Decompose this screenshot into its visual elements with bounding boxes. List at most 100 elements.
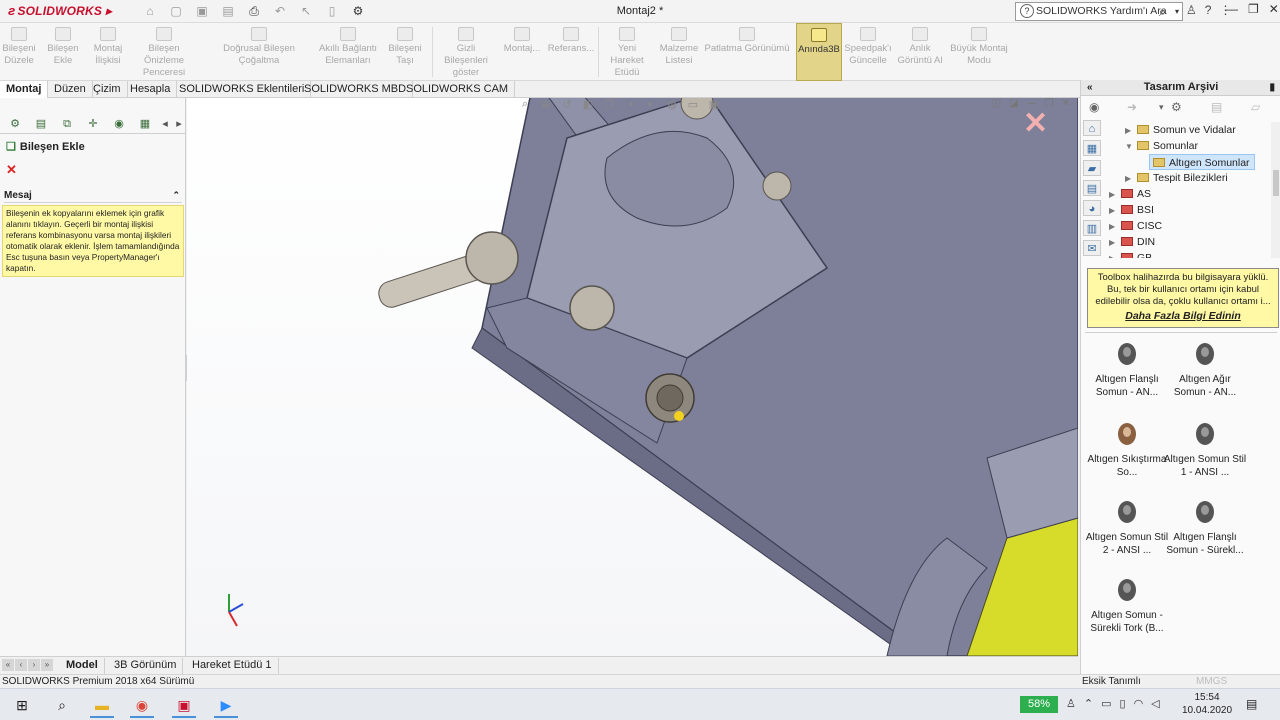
tree-item-as[interactable]: ▶ AS [1109,186,1151,202]
exploded-view-button[interactable]: Patlatma Görünümü [704,23,790,81]
tree-item-din[interactable]: ▶ DIN [1109,234,1155,250]
tab-montaj[interactable]: Montaj [0,81,49,98]
assembly-model[interactable] [187,98,1078,656]
network-icon[interactable]: ▭ [1101,697,1111,710]
part-hex-nut-prevailing-torque[interactable]: Altıgen Somun - Sürekli Tork (B... [1085,578,1169,635]
chevron-right-icon[interactable]: ▶ [1109,187,1121,203]
view-orientation-icon[interactable]: ❒ [601,98,617,112]
cam-icon[interactable]: ▦ [134,116,156,132]
property-manager-icon[interactable]: ▤ [30,116,52,132]
tab-cizim[interactable]: Çizim [87,81,128,98]
show-hidden-button[interactable]: Gizli Bileşenleri göster [434,23,498,81]
insert-component-button[interactable]: Bileşen Ekle [38,23,88,81]
reference-geometry-button[interactable]: Referans... [546,23,596,81]
power-icon[interactable]: ▯ [1120,697,1126,710]
new-motion-study-button[interactable]: Yeni Hareket Etüdü [600,23,654,81]
home-icon[interactable]: ⌂ [1083,120,1101,136]
chevron-down-icon[interactable]: ▾ [1175,3,1179,20]
chevron-down-icon[interactable]: ▾ [1159,102,1164,113]
battery-indicator[interactable]: 58% [1020,696,1058,713]
part-hex-jam-nut[interactable]: Altıgen Sıkıştırma So... [1085,422,1169,479]
cancel-icon[interactable]: ✕ [1023,106,1048,141]
tab-hesapla[interactable]: Hesapla [124,81,178,98]
dimxpert-icon[interactable]: ✛ [82,116,104,132]
chevron-up-icon[interactable]: ⌃ [1084,697,1093,710]
zoom-to-fit-icon[interactable]: ⌕ [517,98,533,112]
tab-model[interactable]: Model [60,658,105,674]
take-snapshot-button[interactable]: Anlık Görüntü Al [896,23,944,81]
appearances-icon[interactable]: ◕ [1083,200,1101,216]
message-group-header[interactable]: Mesaj ⌃ [4,190,182,203]
tree-item-bsi[interactable]: ▶ BSI [1109,202,1154,218]
create-folder-icon[interactable]: ▱ [1251,100,1260,114]
search-icon[interactable]: ⌕ [50,694,74,716]
bill-of-materials-button[interactable]: Malzeme Listesi [656,23,702,81]
clock[interactable]: 15:54 10.04.2020 [1182,691,1232,717]
edit-component-button[interactable]: Bileşeni Düzele [2,23,36,81]
file-explorer-icon[interactable]: ▤ [1083,180,1101,196]
graphics-area[interactable]: ⌕ ⊕ ↺ ◧ ❒ ◑ ◐ ◍ ▭ ▣ ◫ ◪ — ❐ ✕ ✕ [187,98,1078,656]
forward-icon[interactable]: ➜ [1127,100,1137,114]
mate-button[interactable]: Montaj İlişkisi [90,23,126,81]
component-preview-button[interactable]: Bileşen Önizleme Penceresi [128,23,200,81]
user-icon[interactable]: ♙ [1186,3,1197,17]
help-menu-icon[interactable]: ? [1205,3,1212,17]
close-icon[interactable]: ✕ [6,162,17,178]
select-icon[interactable]: ↖ [296,3,316,19]
tab-3d-view[interactable]: 3B Görünüm [108,658,184,674]
assembly-features-button[interactable]: Montaj... [500,23,544,81]
collapse-pane-icon[interactable]: « [1087,80,1093,95]
back-icon[interactable]: ◉ [1089,100,1099,114]
new-file-icon[interactable]: ▢ [166,3,186,19]
large-assembly-mode-button[interactable]: Büyük Montaj Modu [948,23,1010,81]
first-tab-icon[interactable]: « [2,659,14,671]
chevron-right-icon[interactable]: ▶ [1109,219,1121,235]
tab-cam[interactable]: SOLIDWORKS CAM [400,81,516,98]
viewport-close-icon[interactable]: ✕ [1062,98,1070,109]
home-icon[interactable]: ⌂ [140,3,160,19]
windows-start-icon[interactable]: ⊞ [10,694,34,716]
chevron-right-icon[interactable]: ▶ [1109,251,1121,258]
resources-icon[interactable]: ▦ [1083,140,1101,156]
rebuild-icon[interactable]: ▯ [322,3,342,19]
wifi-icon[interactable]: ◠ [1134,697,1144,710]
next-tab-icon[interactable]: › [28,659,40,671]
appearance-icon[interactable]: ◍ [664,98,680,112]
pin-icon[interactable]: ▮ [1269,80,1275,95]
display-style-icon[interactable]: ◑ [622,98,638,112]
zoom-area-icon[interactable]: ⊕ [538,98,554,112]
part-hex-flange-nut-prevailing[interactable]: Altıgen Flanşlı Somun - Sürekl... [1163,500,1247,557]
learn-more-link[interactable]: Daha Fazla Bilgi Edinin [1092,310,1274,322]
configuration-manager-icon[interactable]: ⧉ [56,116,78,132]
view-settings-icon[interactable]: ▣ [706,98,722,112]
chrome-icon[interactable]: ◉ [130,694,154,718]
unit-system[interactable]: MMGS [1196,675,1227,688]
close-icon[interactable]: ✕ [1269,2,1279,16]
print-icon[interactable]: ⎙ [244,3,264,19]
custom-properties-icon[interactable]: ▥ [1083,220,1101,236]
options-icon[interactable]: ⚙ [348,3,368,19]
help-search-input[interactable]: ? SOLIDWORKS Yardım'ı Ara ⌕ ▾ [1015,2,1183,21]
section-view-icon[interactable]: ◧ [580,98,596,112]
tree-item-gb[interactable]: ▶ GB [1109,250,1152,258]
part-hex-nut-style1-ansi[interactable]: Altıgen Somun Stil 1 - ANSI ... [1163,422,1247,479]
minimize-icon[interactable]: — [1226,2,1238,16]
tree-item-somun-ve-vidalar[interactable]: ▶ Somun ve Vidalar [1125,122,1236,138]
tree-item-somunlar[interactable]: ▼ Somunlar [1125,138,1198,154]
save-icon[interactable]: ▤ [218,3,238,19]
viewport-expand-icon[interactable]: ◫ [992,98,1001,109]
move-component-button[interactable]: Bileşeni Taşı [380,23,430,81]
linear-pattern-button[interactable]: Doğrusal Bileşen Çoğaltma [202,23,316,81]
solidworks-logo[interactable]: ƨ SOLIDWORKS ▸ [8,3,112,18]
add-to-library-icon[interactable]: ⚙ [1171,100,1182,114]
pane-divider[interactable] [1085,332,1277,336]
file-explorer-icon[interactable]: ▬ [90,694,114,718]
design-library-icon[interactable]: ▰ [1083,160,1101,176]
part-hex-flange-nut-ansi[interactable]: Altıgen Flanşlı Somun - AN... [1085,342,1169,399]
search-icon[interactable]: ⌕ [1159,3,1166,20]
chevron-down-icon[interactable]: ▼ [1125,139,1137,155]
scrollbar-thumb[interactable] [1273,170,1279,196]
update-speedpak-button[interactable]: Speedpak'ı Güncelle [844,23,892,81]
display-manager-icon[interactable]: ◉ [108,116,130,132]
part-hex-heavy-nut-ansi[interactable]: Altıgen Ağır Somun - AN... [1163,342,1247,399]
